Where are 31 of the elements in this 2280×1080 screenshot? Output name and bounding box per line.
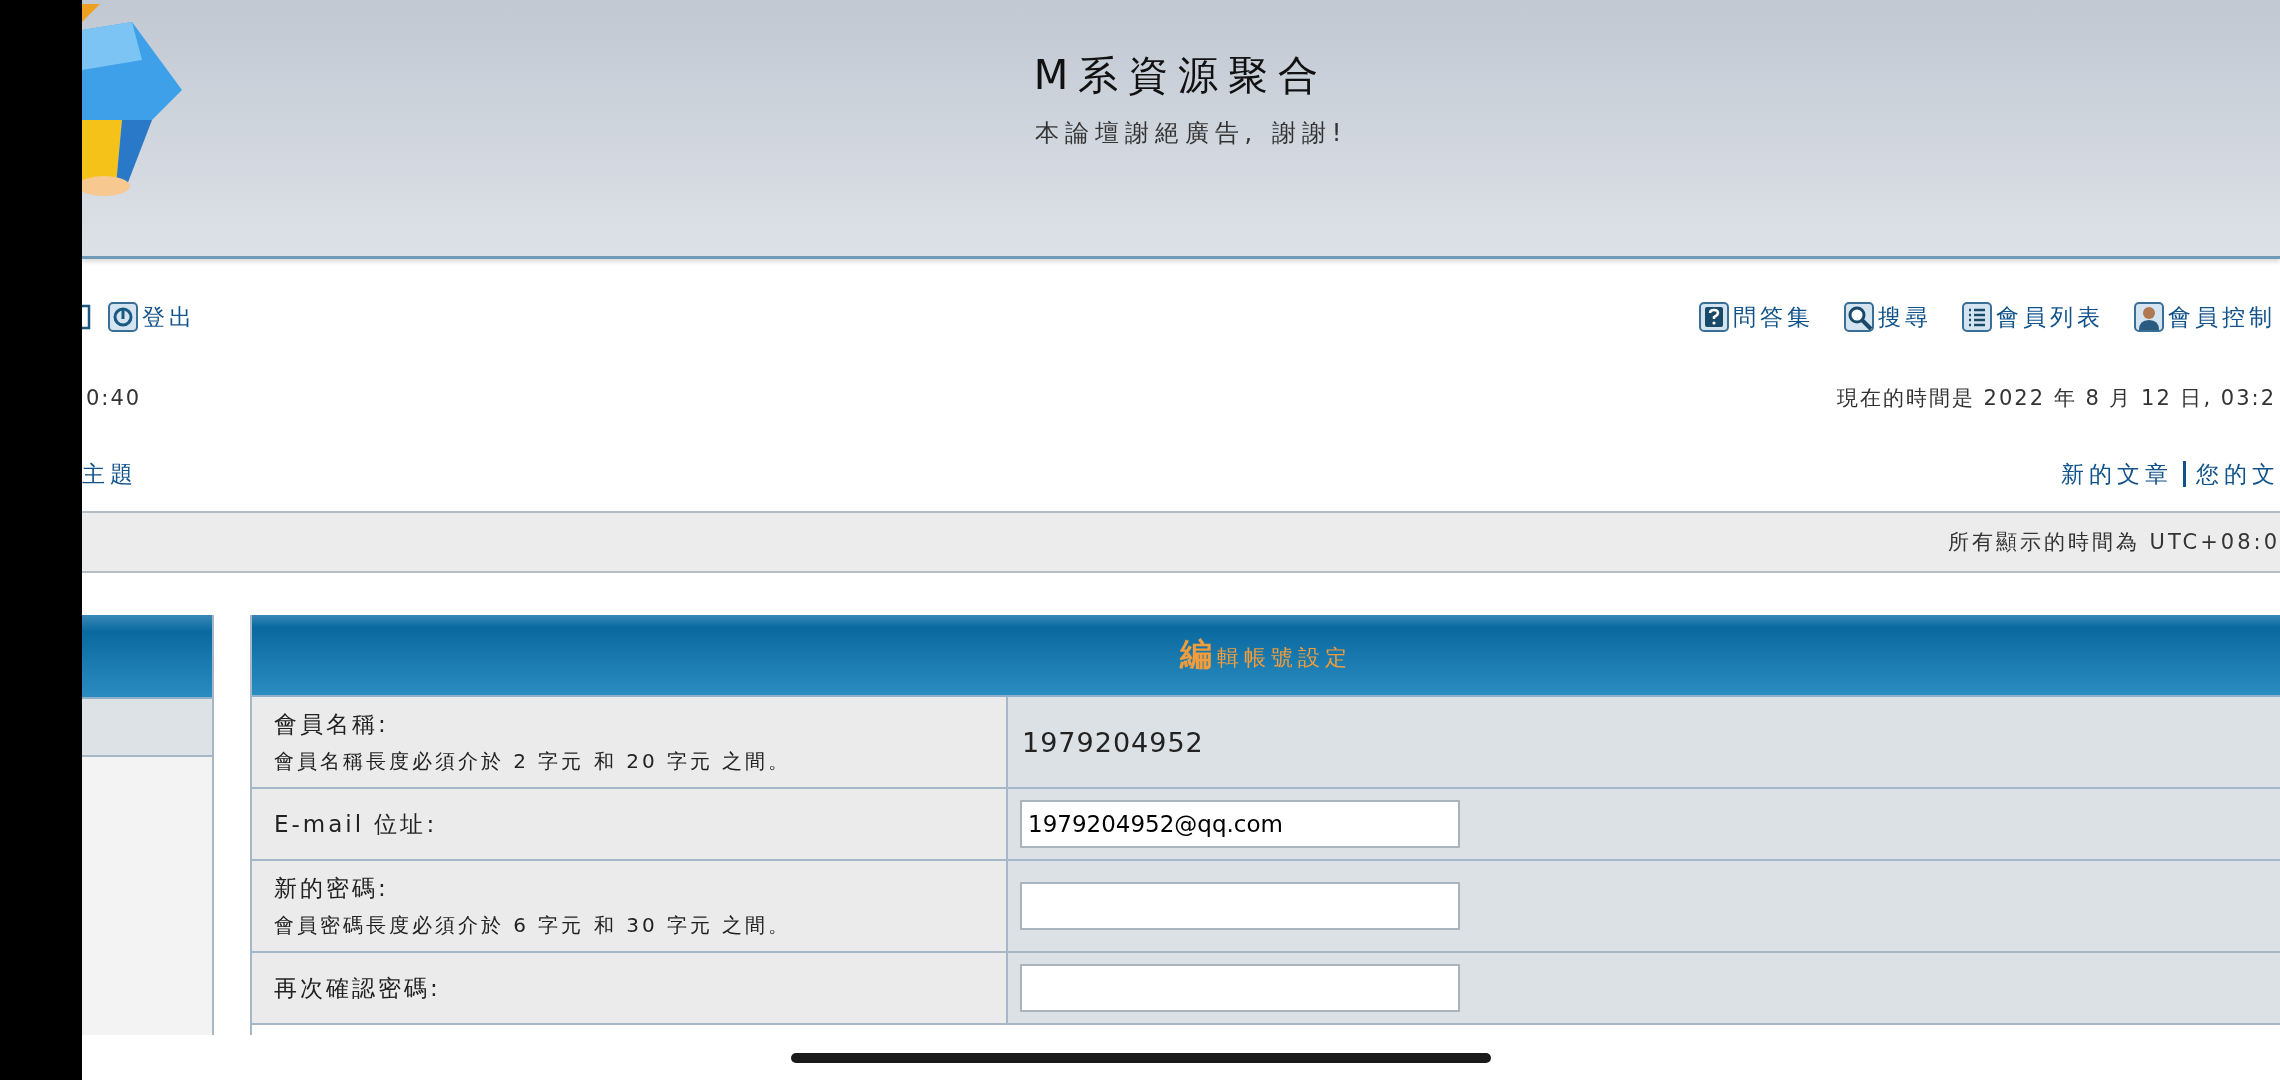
nav-link[interactable]: 會員列表	[1962, 301, 2108, 333]
user-icon	[2134, 302, 2164, 332]
bracket-icon	[82, 304, 92, 330]
field-label: 新的密碼:	[274, 874, 390, 903]
search-icon	[1844, 302, 1874, 332]
field-label: 會員名稱:	[274, 710, 390, 739]
field-label: E-mail 位址:	[274, 809, 439, 839]
power-icon	[108, 302, 138, 332]
current-time: 現在的時間是 2022 年 8 月 12 日, 03:2	[1835, 385, 2277, 412]
list-icon	[1962, 302, 1992, 332]
nav-link[interactable]: 問答集	[1699, 301, 1818, 333]
topics-link[interactable]: 主題	[82, 458, 138, 490]
nav-link[interactable]: 登出	[108, 301, 200, 333]
input-field[interactable]: 1979204952@qq.com	[1020, 800, 1460, 848]
form-title: 編輯帳號設定	[1180, 634, 1352, 675]
field-hint: 會員密碼長度必須介於 6 字元 和 30 字元 之間。	[274, 912, 793, 939]
home-indicator[interactable]	[791, 1052, 1491, 1063]
site-subtitle: 本論壇謝絕廣告, 謝謝!	[1034, 118, 1348, 149]
last-visit-time: 0:40	[85, 386, 143, 410]
site-title: M系資源聚合	[1033, 51, 1329, 100]
timezone-note: 所有顯示的時間為 UTC+08:0	[1947, 529, 2280, 556]
posts-link[interactable]: 您的文	[2196, 458, 2280, 490]
input-field[interactable]	[1020, 882, 1460, 930]
help-icon	[1699, 302, 1729, 332]
posts-link[interactable]: 新的文章	[2061, 458, 2173, 490]
nav-link[interactable]: 搜尋	[1844, 301, 1936, 333]
input-field[interactable]	[1020, 964, 1460, 1012]
field-label: 再次確認密碼:	[274, 973, 442, 1003]
username-value: 1979204952	[1021, 726, 1204, 758]
field-hint: 會員名稱長度必須介於 2 字元 和 20 字元 之間。	[274, 748, 793, 775]
nav-link[interactable]: 會員控制	[2134, 301, 2280, 333]
